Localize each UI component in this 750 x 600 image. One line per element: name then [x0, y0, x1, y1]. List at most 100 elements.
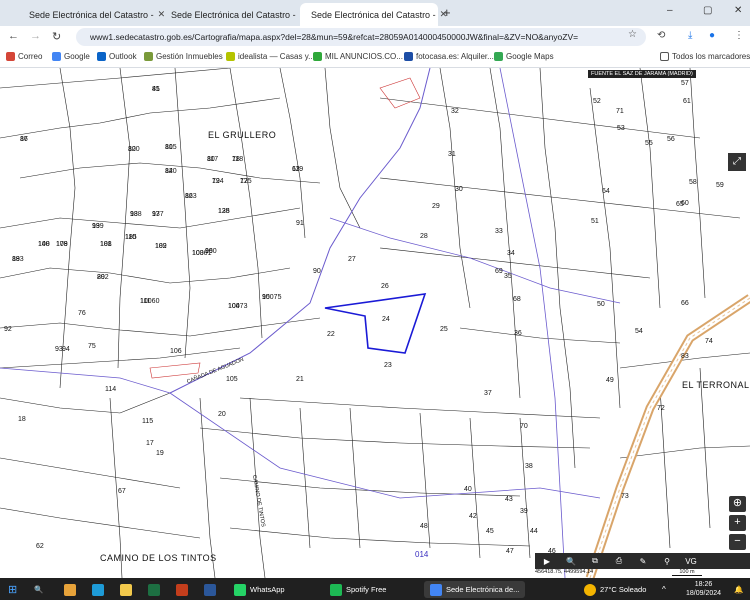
parcel-number: 10061 — [192, 250, 212, 257]
close-window-icon[interactable]: ✕ — [734, 5, 742, 16]
system-clock[interactable]: 18:26 18/09/2024 — [686, 580, 721, 598]
tab-catastro-active[interactable]: Sede Electrónica del Catastro - ✕ — [300, 3, 447, 26]
tab-catastro-2[interactable]: Sede Electrónica del Catastro - ✕ — [160, 3, 307, 26]
weather-widget[interactable]: 27°C Soleado — [584, 581, 646, 598]
history-icon[interactable]: ⟲ — [657, 30, 665, 41]
parcel-number: 27 — [348, 256, 356, 263]
place-name-el-terronal: EL TERRONAL — [682, 380, 750, 390]
parcel-number: 105 — [165, 144, 177, 151]
bookmark-milanuncios[interactable]: MIL ANUNCIOS.CO... — [313, 52, 403, 61]
bookmark-outlook[interactable]: Outlook — [97, 52, 137, 61]
taskbar-app-icon[interactable] — [120, 581, 136, 598]
bookmark-gestion-inmuebles[interactable]: Gestión Inmuebles — [144, 52, 223, 61]
parcel-number: 20 — [218, 411, 226, 418]
tab-title: Sede Electrónica del Catastro - — [171, 9, 296, 20]
parcel-number: 49 — [606, 377, 614, 384]
windows-taskbar: ⊞ 🔍 WhatsApp Spotify Free Sede Electróni… — [0, 578, 750, 600]
excel-icon — [148, 583, 160, 596]
parcel-number: 17 — [146, 440, 154, 447]
download-icon[interactable]: ⤓ — [688, 30, 692, 41]
locate-icon[interactable]: ⚲ — [655, 557, 679, 566]
vg-button[interactable]: VG — [679, 557, 703, 566]
parcel-number: 65 — [676, 201, 684, 208]
parcel-number: 185 — [125, 234, 137, 241]
parcel-number: 128 — [218, 208, 230, 215]
clock-date: 18/09/2024 — [686, 590, 722, 597]
windows-start-icon[interactable]: ⊞ — [8, 581, 17, 598]
parcel-number: 53 — [617, 125, 625, 132]
tab-title: Sede Electrónica del Catastro - — [311, 9, 436, 20]
print-icon[interactable]: ⎙ — [607, 556, 631, 566]
restore-icon[interactable]: ▢ — [703, 5, 712, 16]
parcel-number: 189 — [155, 243, 167, 250]
parcel-number: 193 — [12, 256, 24, 263]
bookmark-correo[interactable]: Correo — [6, 52, 42, 61]
play-icon[interactable]: ▶ — [535, 557, 559, 566]
bookmark-idealista[interactable]: idealista — Casas y... — [226, 52, 315, 61]
taskbar-app-icon[interactable] — [92, 581, 108, 598]
profile-icon[interactable]: ● — [709, 30, 715, 41]
taskbar-chrome-window[interactable]: Sede Electrónica de... — [424, 581, 526, 598]
layers-icon[interactable]: ⧉ — [583, 556, 607, 566]
fullscreen-icon[interactable]: ⤢ — [728, 153, 746, 171]
tab-strip: Sede Electrónica del Catastro - ✕ Sede E… — [0, 0, 750, 26]
bookmark-fotocasa[interactable]: fotocasa.es: Alquiler... — [404, 52, 494, 61]
address-bar[interactable]: www1.sedecatastro.gob.es/Cartografia/map… — [76, 28, 646, 46]
milanuncios-icon — [313, 52, 322, 61]
all-bookmarks[interactable]: Todos los marcadores — [660, 52, 750, 61]
search-icon[interactable]: 🔍 — [559, 557, 583, 566]
parcel-number: 85 — [152, 86, 160, 93]
forward-icon[interactable]: → — [30, 30, 41, 42]
reload-icon[interactable]: ↻ — [52, 30, 61, 43]
zoom-in-button[interactable]: + — [729, 515, 746, 531]
outlook-icon — [97, 52, 106, 61]
parcel-number: 10075 — [262, 294, 282, 301]
taskbar-app-icon[interactable] — [148, 581, 164, 598]
taskbar-search-icon[interactable]: 🔍 — [34, 581, 43, 598]
parcel-number: 42 — [469, 513, 477, 520]
parcel-number: 76 — [78, 310, 86, 317]
minimize-icon[interactable]: – — [667, 5, 673, 16]
taskbar-app-icon[interactable] — [176, 581, 192, 598]
cadastral-map[interactable]: FUENTE EL SAZ DE JARAMA (MADRID) ⤢ EL GR… — [0, 68, 750, 578]
parcel-number: 120 — [165, 168, 177, 175]
parcel-number: 44 — [530, 528, 538, 535]
new-tab-icon[interactable]: + — [443, 5, 451, 20]
parcel-number: 124 — [212, 178, 224, 185]
chrome-icon — [64, 583, 76, 596]
parcel-number: 24 — [382, 316, 390, 323]
parcel-number: 55 — [645, 140, 653, 147]
parcel-number: 34 — [507, 250, 515, 257]
spotify-icon — [330, 583, 342, 596]
bookmark-star-icon[interactable]: ☆ — [628, 29, 637, 40]
parcel-number: 48 — [420, 523, 428, 530]
taskbar-spotify[interactable]: Spotify Free — [330, 581, 386, 598]
parcel-number: 100 — [128, 146, 140, 153]
parcel-number: 31 — [448, 151, 456, 158]
taskbar-whatsapp[interactable]: WhatsApp — [234, 581, 285, 598]
parcel-number: 57 — [681, 80, 689, 87]
parcel-number: 90 — [313, 268, 321, 275]
locate-me-icon[interactable]: ⊕ — [729, 496, 746, 512]
parcel-number: 137 — [152, 211, 164, 218]
parcel-number: 58 — [689, 179, 697, 186]
parcel-number: 52 — [593, 98, 601, 105]
tab-catastro-1[interactable]: Sede Electrónica del Catastro - ✕ — [18, 3, 165, 26]
parcel-number: 36 — [514, 330, 522, 337]
taskbar-app-icon[interactable] — [64, 581, 80, 598]
notifications-icon[interactable]: 🔔 — [734, 581, 743, 598]
tray-chevron-icon[interactable]: ^ — [662, 581, 666, 598]
parcel-number: 19 — [156, 450, 164, 457]
parcel-number: 92 — [4, 326, 12, 333]
powerpoint-icon — [176, 583, 188, 596]
taskbar-app-icon[interactable] — [204, 581, 220, 598]
bookmark-google-maps[interactable]: Google Maps — [494, 52, 554, 61]
back-icon[interactable]: ← — [8, 30, 19, 42]
menu-icon[interactable]: ⋮ — [734, 30, 744, 41]
zoom-out-button[interactable]: − — [729, 534, 746, 550]
draw-icon[interactable]: ✎ — [631, 557, 655, 566]
bookmark-google[interactable]: Google — [52, 52, 90, 61]
parcel-number: 69 — [495, 268, 503, 275]
town-label: FUENTE EL SAZ DE JARAMA (MADRID) — [588, 70, 696, 78]
parcel-number: 91 — [296, 220, 304, 227]
